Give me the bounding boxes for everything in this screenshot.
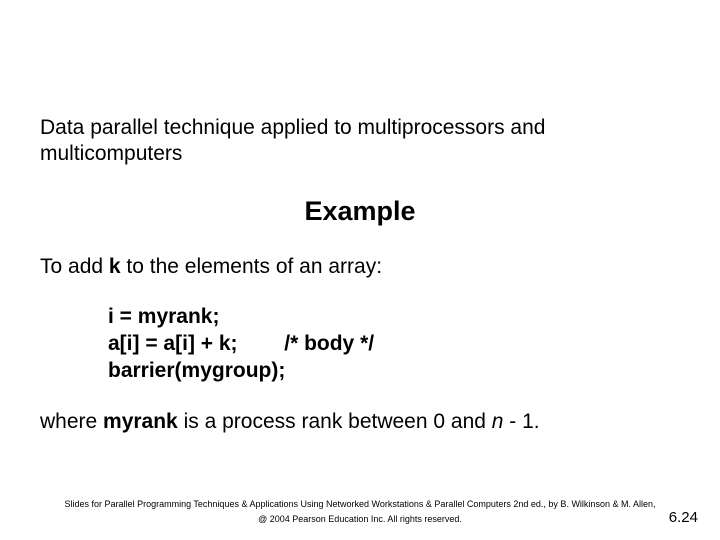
closing-t3: - 1. (503, 410, 539, 433)
closing-it: n (492, 410, 504, 433)
code-line-2a: a[i] = a[i] + k; (108, 332, 238, 355)
lead-post: to the elements of an array: (121, 255, 382, 278)
closing-t2: is a process rank between 0 and (178, 410, 492, 433)
footer: Slides for Parallel Programming Techniqu… (0, 497, 720, 526)
intro-text: Data parallel technique applied to multi… (40, 115, 680, 168)
footer-line-2: @ 2004 Pearson Education Inc. All rights… (0, 512, 720, 526)
footer-line-1: Slides for Parallel Programming Techniqu… (0, 497, 720, 511)
example-heading: Example (40, 196, 680, 227)
page-number: 6.24 (669, 509, 698, 526)
code-line-3: barrier(mygroup); (108, 359, 285, 382)
code-block: i = myrank; a[i] = a[i] + k; /* body */ … (108, 303, 680, 385)
lead-pre: To add (40, 255, 109, 278)
closing-t1: where (40, 410, 103, 433)
closing-sentence: where myrank is a process rank between 0… (40, 410, 680, 434)
lead-sentence: To add k to the elements of an array: (40, 255, 680, 279)
code-line-2b: /* body */ (284, 332, 374, 355)
closing-kw: myrank (103, 410, 178, 433)
code-line-1: i = myrank; (108, 305, 219, 328)
lead-k: k (109, 255, 121, 278)
